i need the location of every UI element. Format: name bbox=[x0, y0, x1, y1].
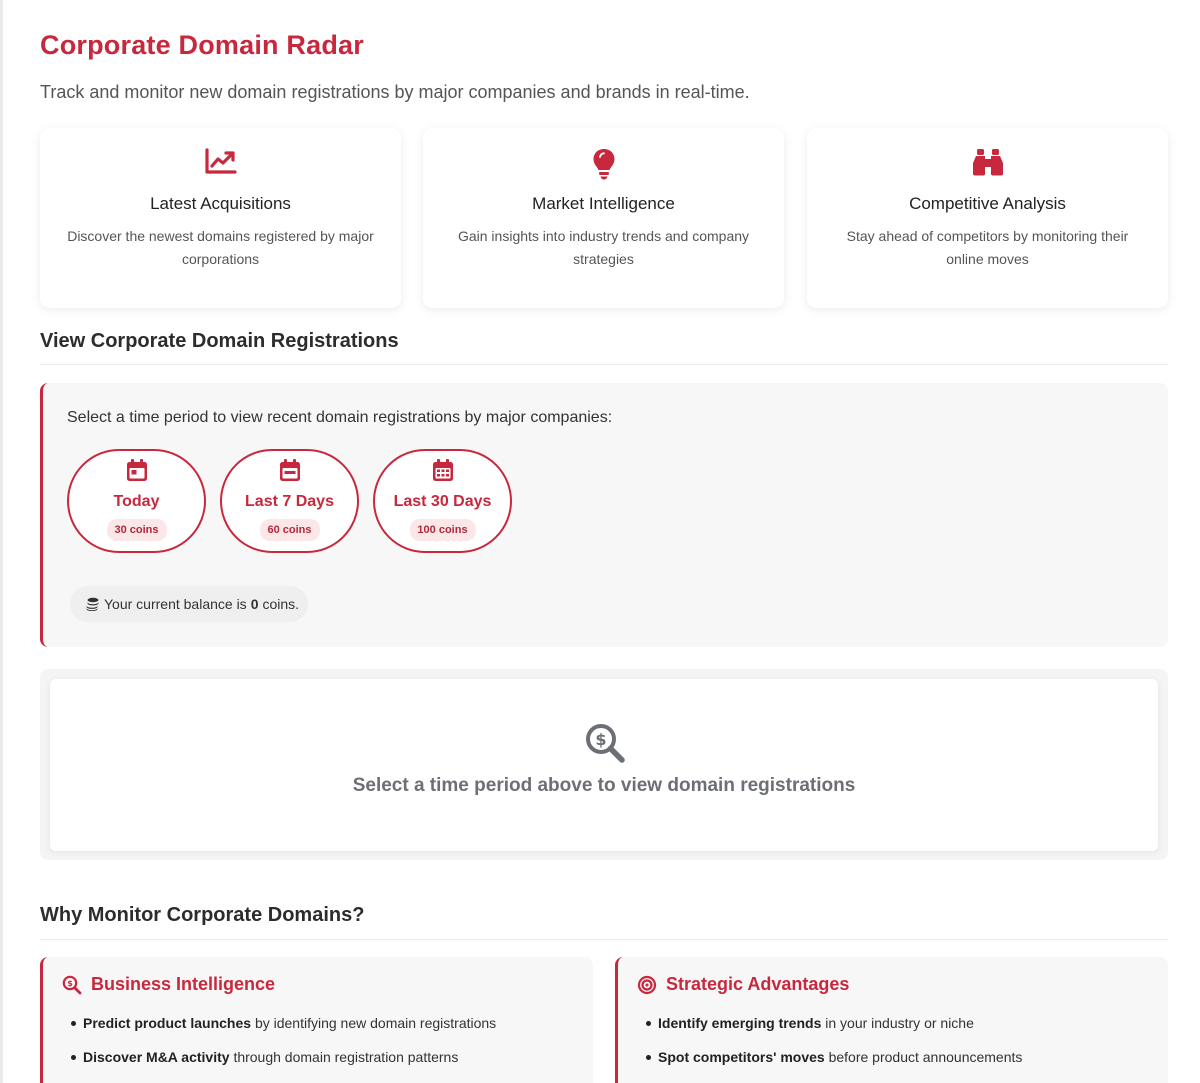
calendar-month-icon bbox=[375, 459, 510, 483]
feature-card-latest-acquisitions: Latest Acquisitions Discover the newest … bbox=[40, 128, 401, 308]
period-label: Last 30 Days bbox=[393, 493, 492, 510]
page-subtitle: Track and monitor new domain registratio… bbox=[40, 82, 750, 102]
lightbulb-icon bbox=[423, 148, 784, 184]
view-registrations-heading: View Corporate Domain Registrations bbox=[40, 330, 1168, 365]
feature-title: Competitive Analysis bbox=[909, 194, 1066, 213]
feature-card-market-intelligence: Market Intelligence Gain insights into i… bbox=[423, 128, 784, 308]
why-card-strategic-advantages: Strategic Advantages Identify emerging t… bbox=[615, 957, 1168, 1083]
feature-title: Latest Acquisitions bbox=[150, 194, 291, 213]
list-item: Spot competitors' moves before product a… bbox=[645, 1046, 1022, 1080]
page-left-edge bbox=[0, 0, 3, 1083]
period-button-today[interactable]: Today 30 coins bbox=[67, 449, 206, 553]
why-monitor-heading: Why Monitor Corporate Domains? bbox=[40, 904, 1168, 940]
list-item: Predict product launches by identifying … bbox=[70, 1012, 496, 1046]
list-item: Identify emerging trends in your industr… bbox=[645, 1012, 1022, 1046]
list-item: Discover M&A activity through domain reg… bbox=[70, 1046, 496, 1080]
results-empty-message: Select a time period above to view domai… bbox=[352, 775, 856, 796]
why-card-business-intelligence: $ Business Intelligence Predict product … bbox=[40, 957, 593, 1083]
period-cost-badge: 30 coins bbox=[106, 519, 167, 541]
time-period-panel: Select a time period to view recent doma… bbox=[40, 383, 1168, 647]
feature-title: Market Intelligence bbox=[532, 194, 675, 213]
svg-text:$: $ bbox=[67, 979, 73, 988]
period-label: Today bbox=[113, 493, 160, 510]
binoculars-icon bbox=[807, 148, 1168, 184]
calendar-week-icon bbox=[222, 459, 357, 483]
why-card-list: Predict product launches by identifying … bbox=[70, 1012, 496, 1080]
search-icon: $ bbox=[62, 975, 82, 1000]
feature-description: Gain insights into industry trends and c… bbox=[457, 228, 750, 267]
feature-description: Stay ahead of competitors by monitoring … bbox=[846, 228, 1129, 267]
time-period-prompt: Select a time period to view recent doma… bbox=[67, 409, 613, 426]
period-cost-badge: 100 coins bbox=[409, 519, 476, 541]
balance-suffix: coins. bbox=[262, 596, 300, 612]
feature-description: Discover the newest domains registered b… bbox=[67, 228, 374, 267]
search-dollar-icon: $ bbox=[584, 722, 626, 764]
why-card-title: Strategic Advantages bbox=[666, 974, 850, 994]
period-label: Last 7 Days bbox=[245, 493, 334, 510]
feature-card-competitive-analysis: Competitive Analysis Stay ahead of compe… bbox=[807, 128, 1168, 308]
balance-indicator: Your current balance is 0 coins. bbox=[70, 586, 308, 622]
balance-prefix: Your current balance is bbox=[104, 596, 247, 612]
coins-icon bbox=[86, 597, 100, 611]
period-button-last-7-days[interactable]: Last 7 Days 60 coins bbox=[220, 449, 359, 553]
results-container: $ Select a time period above to view dom… bbox=[40, 669, 1168, 860]
period-button-last-30-days[interactable]: Last 30 Days 100 coins bbox=[373, 449, 512, 553]
results-empty-state: $ Select a time period above to view dom… bbox=[50, 679, 1158, 851]
bullseye-icon bbox=[637, 975, 657, 1000]
period-cost-badge: 60 coins bbox=[259, 519, 320, 541]
why-card-list: Identify emerging trends in your industr… bbox=[645, 1012, 1022, 1080]
page-title: Corporate Domain Radar bbox=[40, 30, 364, 60]
chart-line-icon bbox=[40, 148, 401, 184]
balance-amount: 0 bbox=[250, 596, 259, 612]
calendar-day-icon bbox=[69, 459, 204, 483]
why-card-title: Business Intelligence bbox=[91, 974, 276, 994]
svg-text:$: $ bbox=[595, 730, 606, 749]
